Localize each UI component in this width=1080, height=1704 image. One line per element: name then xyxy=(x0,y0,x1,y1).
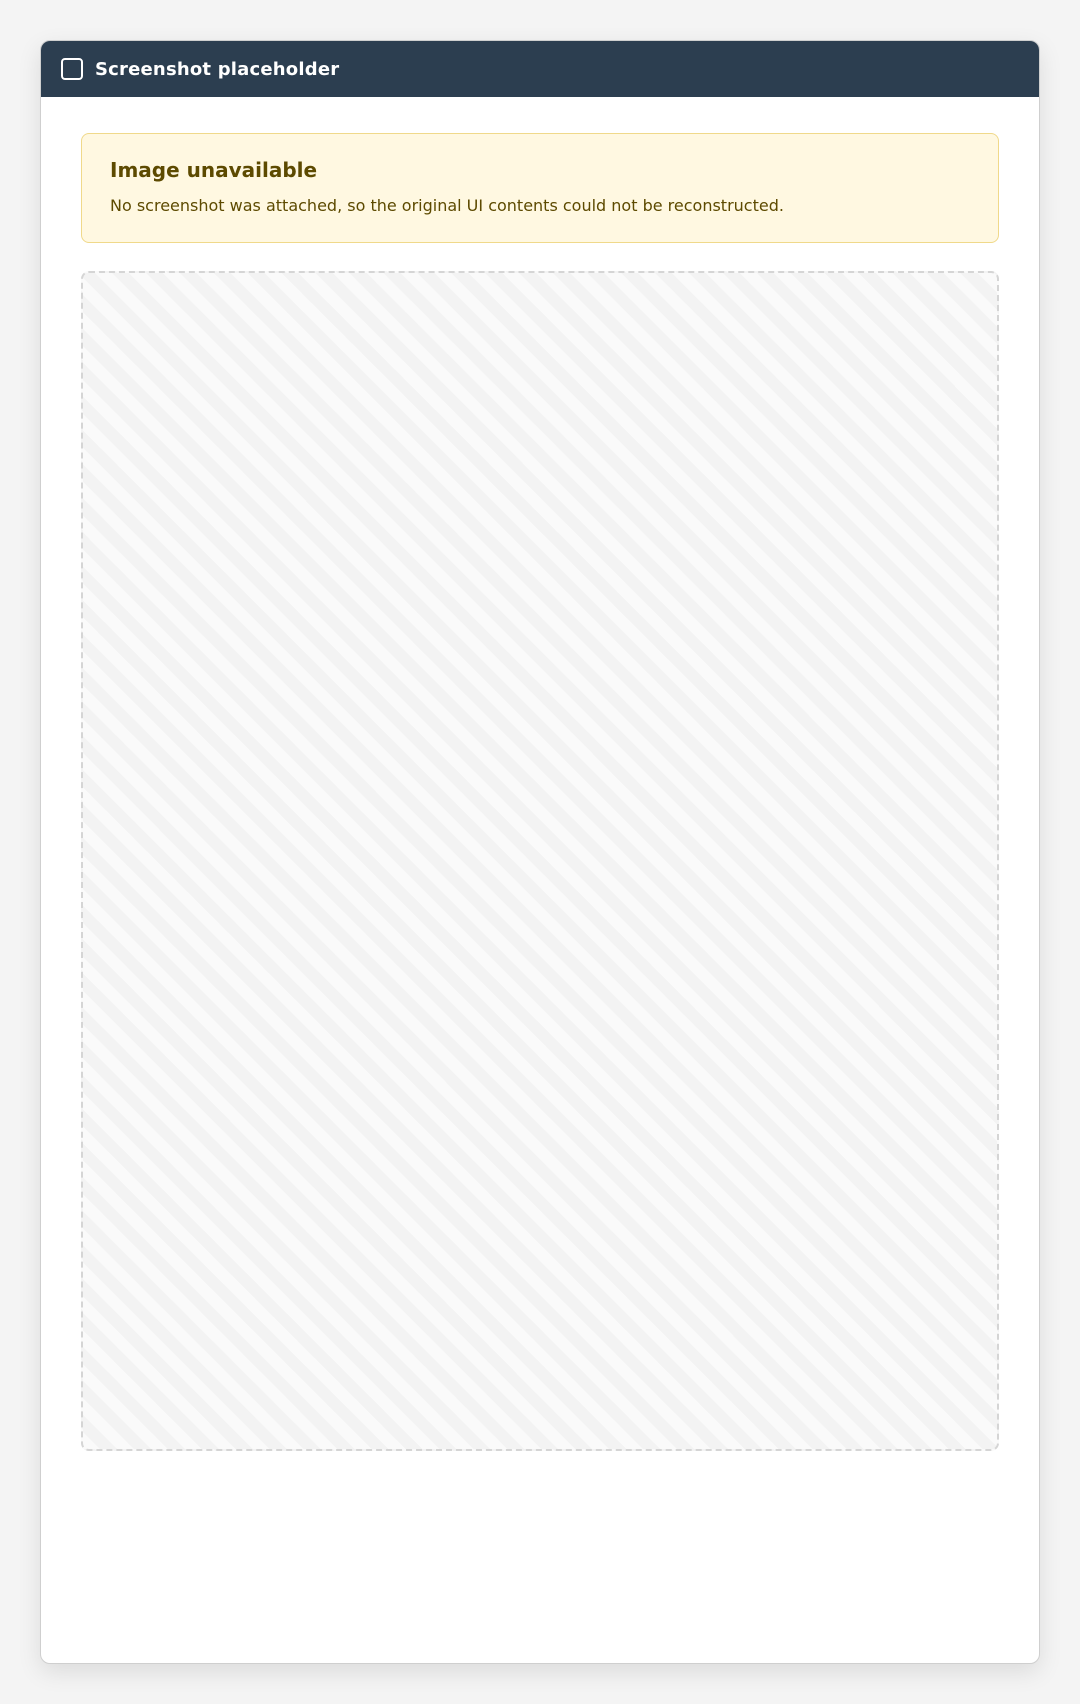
notice-heading: Image unavailable xyxy=(110,158,318,182)
page-stage: Screenshot placeholder Image unavailable… xyxy=(0,0,1080,1704)
empty-canvas xyxy=(81,271,999,1451)
placeholder-notice: Image unavailable No screenshot was atta… xyxy=(81,133,999,243)
main-content: Image unavailable No screenshot was atta… xyxy=(41,97,1039,1487)
title-bar: Screenshot placeholder xyxy=(41,41,1039,97)
app-icon xyxy=(61,58,83,80)
window-title: Screenshot placeholder xyxy=(95,58,340,80)
notice-body: No screenshot was attached, so the origi… xyxy=(110,196,784,215)
app-window: Screenshot placeholder Image unavailable… xyxy=(40,40,1040,1664)
